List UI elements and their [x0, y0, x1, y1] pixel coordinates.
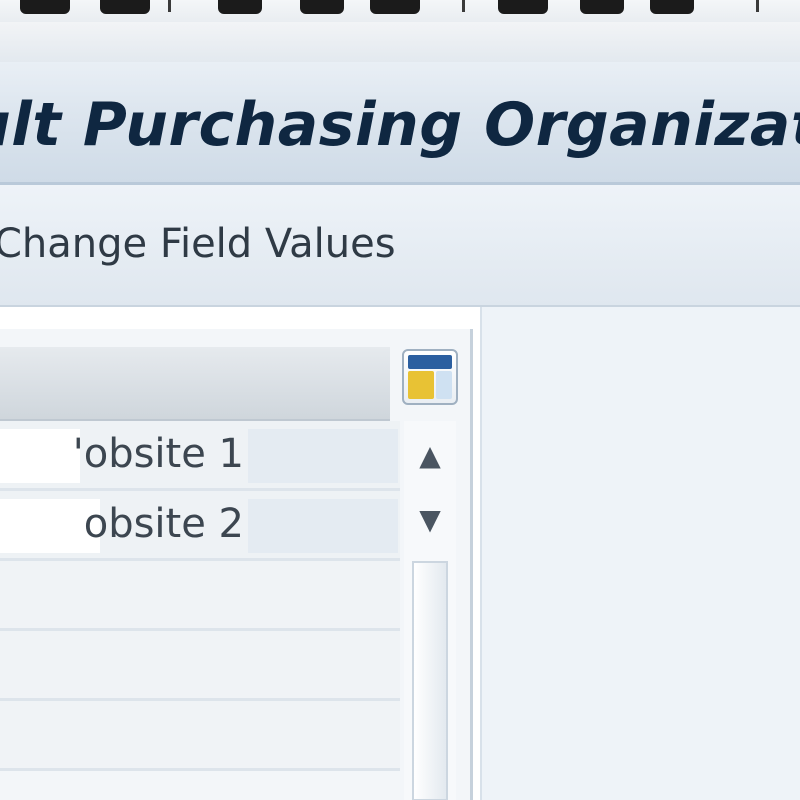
table-row[interactable]: 'obsite 1	[0, 421, 400, 491]
detail-pane	[480, 307, 800, 800]
table-row[interactable]	[0, 631, 400, 701]
toolbar-icon[interactable]	[100, 0, 150, 14]
title-bar: ult Purchasing Organization	[0, 62, 800, 185]
page-title: ult Purchasing Organization	[0, 90, 800, 160]
toolbar-separator	[168, 0, 171, 12]
scroll-up-icon[interactable]: ▲	[404, 425, 456, 485]
scroll-down-icon[interactable]: ▼	[404, 489, 456, 549]
table-cell-value: obsite 2	[83, 501, 244, 547]
table-control: 'obsite 1 obsite 2 ▲ ▼	[0, 329, 473, 800]
table-row[interactable]	[0, 701, 400, 771]
toolbar-icon[interactable]	[300, 0, 344, 14]
row-selector-cell[interactable]	[0, 429, 80, 483]
table-row[interactable]: obsite 2	[0, 491, 400, 561]
table-rows: 'obsite 1 obsite 2	[0, 421, 400, 771]
table-settings-icon-header	[408, 355, 452, 369]
table-header	[0, 347, 390, 421]
table-row[interactable]	[0, 561, 400, 631]
system-toolbar	[0, 0, 800, 22]
table-cell	[248, 499, 398, 553]
change-field-values-button[interactable]: Change Field Values	[0, 221, 396, 267]
sap-screen: ult Purchasing Organization Change Field…	[0, 0, 800, 800]
table-settings-icon-column	[436, 371, 452, 399]
vertical-scrollbar[interactable]: ▲ ▼	[404, 421, 456, 800]
scroll-thumb[interactable]	[412, 561, 448, 800]
application-toolbar: Change Field Values	[0, 185, 800, 307]
toolbar-icon[interactable]	[650, 0, 694, 14]
content-area: 'obsite 1 obsite 2 ▲ ▼	[0, 307, 800, 800]
toolbar-icon[interactable]	[370, 0, 420, 14]
table-cell-value: 'obsite 1	[72, 431, 244, 477]
toolbar-separator	[756, 0, 759, 12]
table-cell	[248, 429, 398, 483]
toolbar-icon[interactable]	[218, 0, 262, 14]
toolbar-icon[interactable]	[498, 0, 548, 14]
toolbar-separator	[462, 0, 465, 12]
table-settings-icon-column	[408, 371, 434, 399]
table-settings-icon[interactable]	[402, 349, 458, 405]
toolbar-shadow	[0, 22, 800, 62]
toolbar-icon[interactable]	[580, 0, 624, 14]
toolbar-icon[interactable]	[20, 0, 70, 14]
